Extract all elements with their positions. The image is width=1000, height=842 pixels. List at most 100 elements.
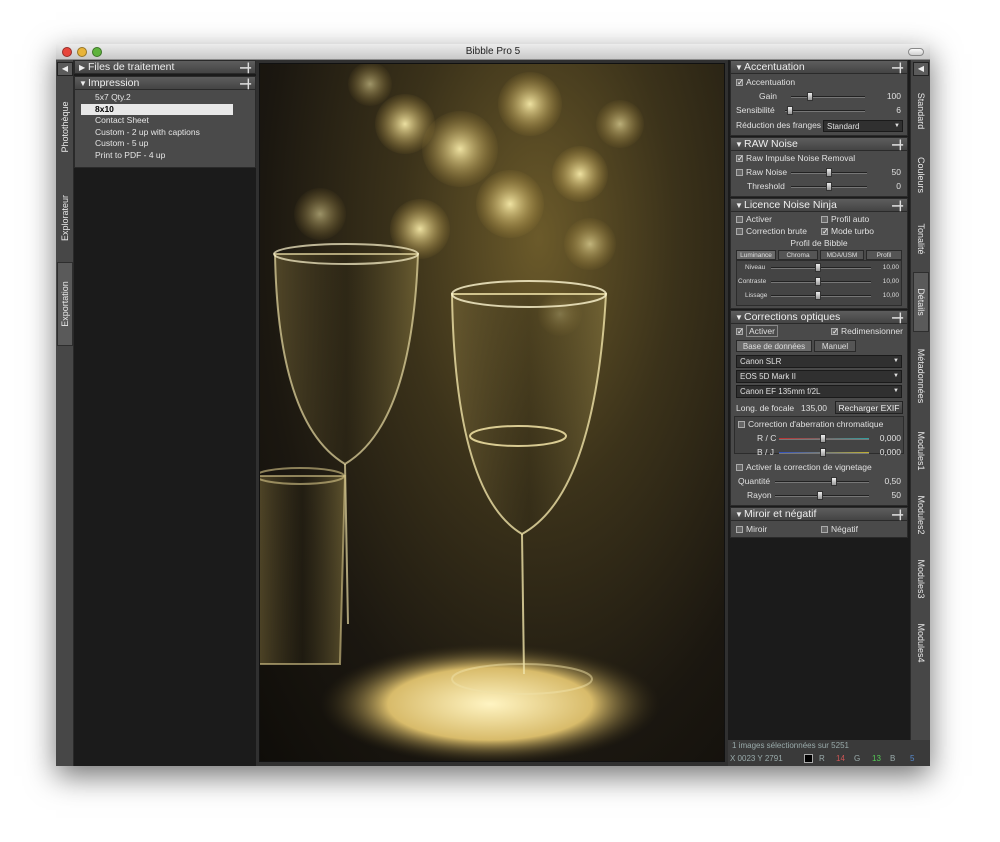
print-template-list: 5x7 Qty.2 8x10 Contact Sheet Custom - 2 … bbox=[74, 90, 256, 168]
pin-icon[interactable]: ━╋ bbox=[240, 62, 251, 75]
checkbox-icon bbox=[736, 228, 743, 235]
camera-body-select[interactable]: EOS 5D Mark II ▼ bbox=[736, 370, 902, 383]
lens-value: Canon EF 135mm f/2L bbox=[740, 387, 821, 396]
tab-luminance[interactable]: Luminance bbox=[736, 250, 776, 260]
reload-exif-button[interactable]: Recharger EXIF bbox=[835, 401, 903, 414]
gain-slider[interactable] bbox=[791, 96, 865, 98]
raw-correction-label: Correction brute bbox=[746, 226, 807, 236]
level-slider[interactable] bbox=[771, 267, 871, 269]
camera-maker-select[interactable]: Canon SLR ▼ bbox=[736, 355, 902, 368]
tab-exportation-label: Exportation bbox=[60, 281, 70, 327]
negative-checkbox[interactable]: Négatif bbox=[821, 522, 858, 536]
sensitivity-value: 6 bbox=[896, 105, 901, 115]
lens-select[interactable]: Canon EF 135mm f/2L ▼ bbox=[736, 385, 902, 398]
tab-modules4-label: Modules4 bbox=[916, 623, 926, 663]
sensitivity-slider-thumb[interactable] bbox=[786, 106, 793, 115]
gain-slider-thumb[interactable] bbox=[806, 92, 813, 101]
tab-explorateur[interactable]: Explorateur bbox=[57, 176, 73, 260]
radius-value: 50 bbox=[891, 490, 901, 500]
tab-chroma[interactable]: Chroma bbox=[778, 250, 818, 260]
fringe-select[interactable]: Standard ▼ bbox=[823, 120, 903, 132]
optics-section-header[interactable]: ▼Corrections optiques ━╋ bbox=[730, 310, 908, 324]
raw-noise-checkbox[interactable]: Raw Noise bbox=[736, 165, 787, 179]
raw-noise-section-header[interactable]: ▼RAW Noise ━╋ bbox=[730, 137, 908, 151]
files-section-header[interactable]: ▶ Files de traitement ━╋ bbox=[74, 60, 256, 74]
checkbox-icon bbox=[831, 325, 839, 339]
tab-metadonnees[interactable]: Métadonnées bbox=[913, 334, 929, 418]
auto-profile-label: Profil auto bbox=[831, 214, 870, 224]
optics-section: Activer Redimensionner Base de données M… bbox=[730, 324, 908, 506]
tab-tonalite[interactable]: Tonalité bbox=[913, 208, 929, 270]
list-item[interactable]: Custom - 2 up with captions bbox=[75, 127, 255, 139]
impulse-checkbox[interactable]: Raw Impulse Noise Removal bbox=[736, 151, 856, 166]
image-viewer[interactable] bbox=[256, 60, 728, 766]
print-section-header[interactable]: ▼Impression ━╋ bbox=[74, 76, 256, 90]
tab-mda-usm[interactable]: MDA/USM bbox=[820, 250, 864, 260]
raw-noise-slider-thumb[interactable] bbox=[826, 168, 832, 177]
by-slider-thumb[interactable] bbox=[820, 448, 826, 457]
vignette-checkbox[interactable]: Activer la correction de vignetage bbox=[736, 460, 872, 474]
collapse-right-arrow-icon[interactable]: ◀ bbox=[913, 62, 929, 76]
raw-noise-value: 50 bbox=[891, 167, 901, 177]
tab-modules4[interactable]: Modules4 bbox=[913, 612, 929, 674]
list-item-selected[interactable]: 8x10 bbox=[81, 103, 233, 115]
mirror-checkbox[interactable]: Miroir bbox=[736, 522, 767, 536]
contrast-slider-thumb[interactable] bbox=[815, 277, 821, 286]
tab-details[interactable]: Détails bbox=[913, 272, 929, 332]
tab-modules3[interactable]: Modules3 bbox=[913, 548, 929, 610]
sensitivity-label: Sensibilité bbox=[736, 105, 775, 115]
mirror-section: Miroir Négatif bbox=[730, 521, 908, 538]
sensitivity-slider[interactable] bbox=[785, 110, 865, 112]
toolbar-toggle-button[interactable] bbox=[908, 48, 924, 56]
dropdown-arrow-icon: ▼ bbox=[894, 123, 900, 129]
smoothing-slider-thumb[interactable] bbox=[815, 291, 821, 300]
photo-graphic bbox=[260, 64, 660, 761]
collapse-left-arrow-icon[interactable]: ◀ bbox=[57, 62, 73, 76]
list-item[interactable]: 5x7 Qty.2 bbox=[75, 92, 255, 104]
tab-couleurs[interactable]: Couleurs bbox=[913, 144, 929, 206]
amount-slider-thumb[interactable] bbox=[831, 477, 837, 486]
tab-standard[interactable]: Standard bbox=[913, 80, 929, 142]
mirror-label: Miroir bbox=[746, 524, 768, 534]
threshold-slider-thumb[interactable] bbox=[826, 182, 832, 191]
smoothing-slider[interactable] bbox=[771, 295, 871, 297]
optics-activate-checkbox[interactable]: Activer bbox=[736, 324, 778, 339]
sharpening-enable-checkbox[interactable]: Accentuation bbox=[736, 75, 795, 90]
tab-phototheque[interactable]: Photothèque bbox=[57, 82, 73, 172]
photo-wine-glasses[interactable] bbox=[259, 63, 725, 762]
tab-manual[interactable]: Manuel bbox=[814, 340, 856, 352]
resize-checkbox[interactable]: Redimensionner bbox=[831, 324, 903, 339]
camera-maker-value: Canon SLR bbox=[740, 357, 782, 366]
tab-database[interactable]: Base de données bbox=[736, 340, 812, 352]
amount-slider[interactable] bbox=[775, 481, 869, 483]
sharpening-section-header[interactable]: ▼Accentuation ━╋ bbox=[730, 60, 908, 74]
raw-noise-header-label: RAW Noise bbox=[744, 138, 798, 150]
focal-length-value[interactable]: 135,00 bbox=[801, 401, 827, 415]
mirror-section-header[interactable]: ▼Miroir et négatif ━╋ bbox=[730, 507, 908, 521]
list-item[interactable]: Custom - 5 up bbox=[75, 138, 255, 150]
focal-length-label: Long. de focale bbox=[736, 403, 795, 413]
collapse-arrow-icon: ▼ bbox=[735, 313, 743, 322]
list-item[interactable]: Contact Sheet bbox=[75, 115, 255, 127]
raw-noise-label: Raw Noise bbox=[746, 167, 788, 177]
tab-modules2[interactable]: Modules2 bbox=[913, 484, 929, 546]
r-label: R bbox=[819, 754, 825, 763]
tab-exportation[interactable]: Exportation bbox=[57, 262, 73, 346]
chromatic-checkbox[interactable]: Correction d'aberration chromatique bbox=[738, 417, 883, 431]
rc-slider-thumb[interactable] bbox=[820, 434, 826, 443]
impulse-label: Raw Impulse Noise Removal bbox=[746, 153, 856, 163]
level-slider-thumb[interactable] bbox=[815, 263, 821, 272]
tab-modules1[interactable]: Modules1 bbox=[913, 420, 929, 482]
window-title: Bibble Pro 5 bbox=[465, 46, 521, 57]
pin-icon[interactable]: ━╋ bbox=[240, 78, 251, 91]
contrast-slider[interactable] bbox=[771, 281, 871, 283]
tab-tonalite-label: Tonalité bbox=[916, 223, 926, 255]
radius-slider-thumb[interactable] bbox=[817, 491, 823, 500]
rc-value: 0,000 bbox=[879, 433, 901, 443]
list-item[interactable]: Print to PDF - 4 up bbox=[75, 150, 255, 162]
noise-ninja-section-header[interactable]: ▼Licence Noise Ninja ━╋ bbox=[730, 198, 908, 212]
tab-profil[interactable]: Profil bbox=[866, 250, 902, 260]
sharpening-section: Accentuation Gain 100 Sensibilité 6 Rédu… bbox=[730, 74, 908, 136]
optics-activate-label: Activer bbox=[746, 325, 778, 337]
print-header-label: Impression bbox=[88, 77, 140, 89]
